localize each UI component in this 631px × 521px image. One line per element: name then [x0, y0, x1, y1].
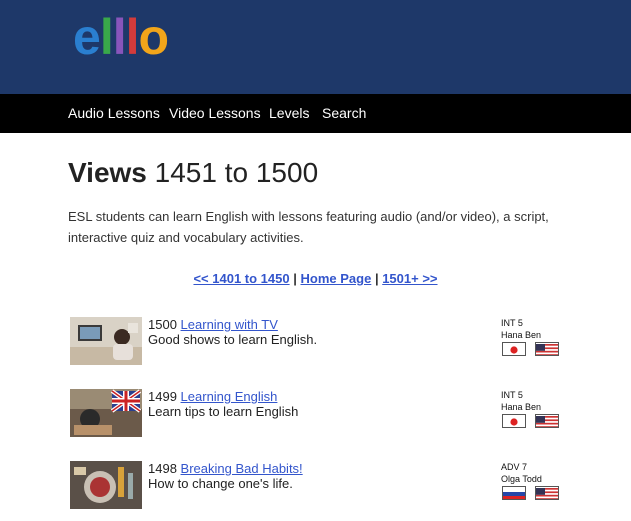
pager-separator: | [293, 271, 297, 286]
lesson-number: 1500 [148, 317, 177, 332]
russia-flag-icon [502, 486, 526, 500]
lesson-title-link[interactable]: Learning with TV [181, 317, 278, 332]
nav-audio-lessons[interactable]: Audio Lessons [68, 105, 160, 121]
site-header: elllo [0, 0, 631, 94]
lesson-level: ADV 7 [501, 462, 528, 472]
usa-flag-icon [535, 486, 559, 500]
lesson-thumbnail-tv[interactable] [70, 317, 142, 365]
pager-home-link[interactable]: Home Page [301, 271, 372, 286]
lesson-speakers: Olga Todd [501, 474, 542, 484]
lesson-title-link[interactable]: Breaking Bad Habits! [181, 461, 303, 476]
lesson-speakers: Hana Ben [501, 402, 542, 412]
lesson-level: INT 5 [501, 318, 523, 328]
logo-letter: l [112, 9, 127, 65]
lesson-title-line: 1499 Learning English [148, 389, 277, 404]
intro-text: ESL students can learn English with less… [68, 209, 549, 245]
lesson-subtitle: Learn tips to learn English [148, 404, 299, 419]
pager-prev-link[interactable]: << 1401 to 1450 [193, 271, 289, 286]
lesson-number: 1498 [148, 461, 177, 476]
nav-levels[interactable]: Levels [269, 105, 309, 121]
page-title-range: 1451 to 1500 [154, 157, 319, 188]
nav-search[interactable]: Search [322, 105, 366, 121]
pager-separator: | [374, 271, 379, 286]
lesson-subtitle: How to change one's life. [148, 476, 293, 491]
logo-letter: e [73, 9, 101, 65]
ello-logo[interactable]: elllo [73, 9, 170, 65]
page-title-bold: Views [68, 157, 147, 188]
lesson-title-link[interactable]: Learning English [181, 389, 278, 404]
lesson-speakers: Hana Ben [501, 330, 542, 340]
logo-letter: o [138, 9, 170, 65]
lesson-row: 1500 Learning with TV Good shows to lear… [0, 317, 631, 377]
logo-letter: l [125, 9, 140, 65]
lesson-subtitle: Good shows to learn English. [148, 332, 318, 347]
nav-video-lessons[interactable]: Video Lessons [169, 105, 261, 121]
logo-letter: l [99, 9, 114, 65]
usa-flag-icon [535, 342, 559, 356]
pager: << 1401 to 1450 | Home Page | 1501+ >> [0, 271, 631, 286]
lesson-meta: INT 5 Hana Ben [501, 389, 541, 413]
lesson-thumbnail-habits[interactable] [70, 461, 142, 509]
lesson-row: 1499 Learning English Learn tips to lear… [0, 389, 631, 449]
lesson-row: 1498 Breaking Bad Habits! How to change … [0, 461, 631, 521]
lesson-title-line: 1500 Learning with TV [148, 317, 278, 332]
pager-next-link[interactable]: 1501+ >> [382, 271, 437, 286]
lesson-meta: ADV 7 Olga Todd [501, 461, 542, 485]
lesson-level: INT 5 [501, 390, 523, 400]
japan-flag-icon [502, 342, 526, 356]
usa-flag-icon [535, 414, 559, 428]
japan-flag-icon [502, 414, 526, 428]
lesson-title-line: 1498 Breaking Bad Habits! [148, 461, 303, 476]
lesson-thumbnail-english[interactable] [70, 389, 142, 437]
page-title: Views 1451 to 1500 [68, 157, 318, 189]
lesson-meta: INT 5 Hana Ben [501, 317, 541, 341]
lesson-number: 1499 [148, 389, 177, 404]
main-nav: Audio Lessons Video Lessons Levels Searc… [0, 94, 631, 133]
